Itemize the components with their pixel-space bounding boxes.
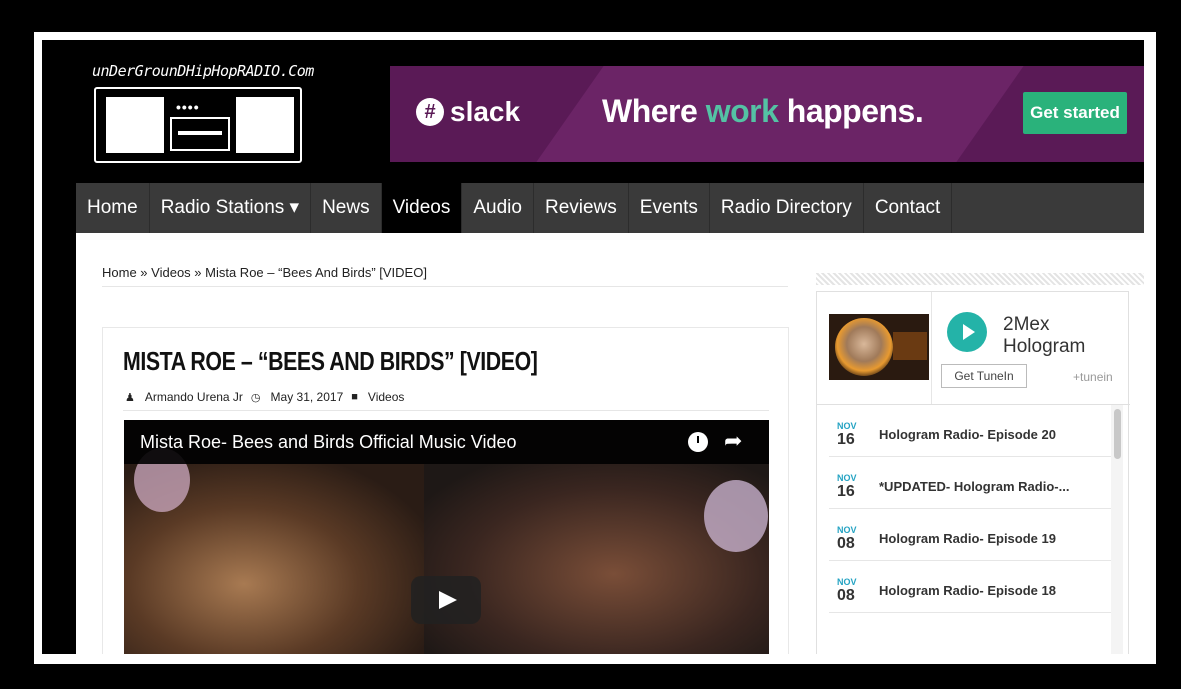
breadcrumb: Home » Videos » Mista Roe – “Bees And Bi… (102, 265, 427, 280)
website-screenshot: unDerGrounDHipHopRADIO.Com •••• # slack … (42, 40, 1144, 654)
nav-reviews[interactable]: Reviews (534, 183, 629, 233)
slack-hash-icon: # (416, 98, 444, 126)
tunein-widget: 2Mex Hologram Get TuneIn +tunein NOV 16 … (816, 291, 1130, 654)
post-author[interactable]: Armando Urena Jr (145, 390, 243, 404)
post-title: MISTA ROE – “BEES AND BIRDS” [VIDEO] (123, 346, 538, 376)
play-button[interactable] (411, 576, 481, 624)
post-card: MISTA ROE – “BEES AND BIRDS” [VIDEO] ♟ A… (102, 327, 789, 654)
list-item[interactable]: NOV 16 Hologram Radio- Episode 20 (829, 405, 1111, 457)
ad-brand-logo: # slack (416, 96, 520, 128)
nav-videos[interactable]: Videos (381, 183, 463, 233)
nav-radio-stations[interactable]: Radio Stations ▾ (150, 183, 312, 233)
nav-contact[interactable]: Contact (864, 183, 953, 233)
get-tunein-button[interactable]: Get TuneIn (941, 364, 1027, 388)
breadcrumb-home[interactable]: Home (102, 265, 137, 280)
post-date: May 31, 2017 (270, 390, 344, 404)
nav-home[interactable]: Home (76, 183, 150, 233)
play-icon[interactable] (947, 312, 987, 352)
ad-tagline: Where work happens. (602, 93, 924, 129)
logo-text: unDerGrounDHipHopRADIO.Com (92, 62, 314, 80)
boombox-icon: •••• (94, 87, 302, 163)
folder-icon: ■ (351, 391, 358, 403)
scrollbar-thumb[interactable] (1114, 409, 1121, 459)
breadcrumb-videos[interactable]: Videos (151, 265, 191, 280)
watch-later-icon[interactable] (688, 432, 708, 452)
nav-radio-directory[interactable]: Radio Directory (710, 183, 864, 233)
ad-get-started-button[interactable]: Get started (1023, 92, 1127, 134)
video-title-bar: Mista Roe- Bees and Birds Official Music… (124, 420, 769, 464)
share-icon[interactable]: ➦ (724, 428, 742, 454)
video-player[interactable]: Mista Roe- Bees and Birds Official Music… (124, 420, 769, 654)
list-item[interactable]: NOV 16 *UPDATED- Hologram Radio-... (829, 457, 1111, 509)
content-area: Home » Videos » Mista Roe – “Bees And Bi… (76, 233, 1144, 654)
episode-list: NOV 16 Hologram Radio- Episode 20 NOV 16… (817, 405, 1130, 654)
nav-audio[interactable]: Audio (462, 183, 534, 233)
podcast-artwork (829, 314, 929, 380)
post-meta: ♟ Armando Urena Jr ◷ May 31, 2017 ■ Vide… (125, 390, 404, 404)
tunein-header: 2Mex Hologram Get TuneIn +tunein (817, 292, 1130, 404)
video-title[interactable]: Mista Roe- Bees and Birds Official Music… (140, 432, 517, 453)
list-item[interactable]: NOV 08 Hologram Radio- Episode 18 (829, 561, 1111, 613)
nav-events[interactable]: Events (629, 183, 710, 233)
breadcrumb-current: Mista Roe – “Bees And Birds” [VIDEO] (205, 265, 427, 280)
tunein-logo[interactable]: +tunein (1073, 370, 1113, 384)
nav-news[interactable]: News (311, 183, 382, 233)
station-name: 2Mex Hologram (1003, 314, 1086, 357)
list-item[interactable]: NOV 08 Hologram Radio- Episode 19 (829, 509, 1111, 561)
user-icon: ♟ (125, 391, 135, 404)
clock-icon: ◷ (250, 391, 261, 404)
main-nav: Home Radio Stations ▾ News Videos Audio … (76, 183, 1144, 233)
ad-banner[interactable]: # slack Where work happens. Get started (390, 66, 1144, 162)
site-logo[interactable]: unDerGrounDHipHopRADIO.Com •••• (92, 62, 314, 164)
sidebar-divider (816, 273, 1144, 285)
post-category[interactable]: Videos (368, 390, 404, 404)
